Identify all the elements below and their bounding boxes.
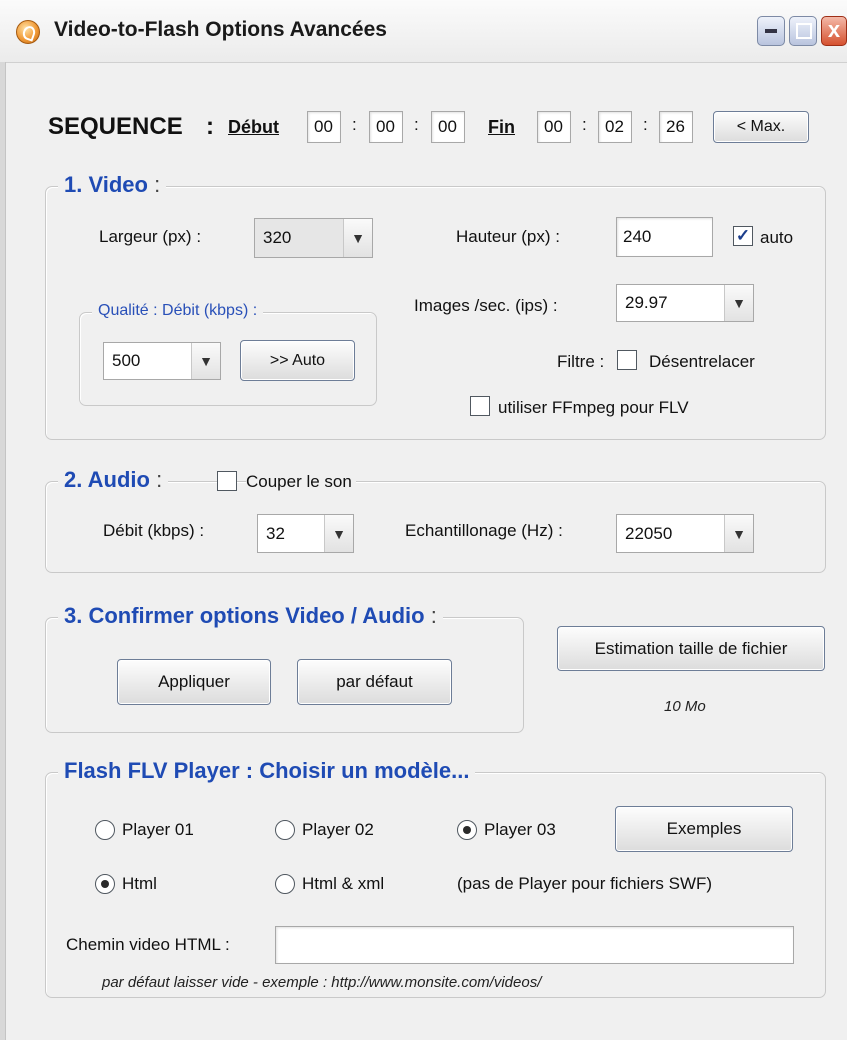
examples-button[interactable]: Exemples	[615, 806, 793, 852]
ffmpeg-checkbox[interactable]	[470, 396, 490, 416]
video-bitrate-value: 500	[112, 351, 141, 370]
player03-label: Player 03	[484, 820, 556, 839]
mute-checkbox[interactable]	[217, 471, 237, 491]
auto-label: auto	[760, 228, 794, 247]
width-label: Largeur (px) :	[99, 227, 202, 246]
sample-rate-value: 22050	[625, 523, 673, 543]
video-bitrate-select[interactable]: 500 ▼	[103, 342, 221, 380]
sample-rate-label: Echantillonage (Hz) :	[405, 521, 563, 540]
minimize-button[interactable]	[757, 16, 785, 46]
time-separator: :	[582, 115, 587, 134]
end-hours-input[interactable]: 00	[537, 111, 571, 143]
video-legend: 1. Video :	[58, 172, 167, 198]
fps-select[interactable]: 29.97 ▼	[616, 284, 754, 322]
width-value: 320	[263, 228, 292, 247]
end-seconds-input[interactable]: 26	[659, 111, 693, 143]
height-label: Hauteur (px) :	[456, 227, 560, 246]
time-separator: :	[414, 115, 419, 134]
deinterlace-checkbox[interactable]	[617, 350, 637, 370]
chevron-down-icon: ▼	[724, 285, 753, 321]
path-label: Chemin video HTML :	[66, 935, 230, 954]
filter-label: Filtre :	[557, 352, 605, 371]
swf-note: (pas de Player pour fichiers SWF)	[457, 874, 713, 893]
estimate-size-button[interactable]: Estimation taille de fichier	[557, 626, 825, 671]
time-separator: :	[352, 115, 357, 134]
html-path-input[interactable]	[275, 926, 794, 964]
player02-radio[interactable]	[275, 820, 295, 840]
quality-legend: Qualité : Débit (kbps) :	[92, 302, 264, 320]
chevron-down-icon: ▼	[324, 515, 353, 552]
deinterlace-label: Désentrelacer	[649, 352, 755, 371]
html-xml-radio[interactable]	[275, 874, 295, 894]
start-label: Début	[228, 117, 279, 137]
audio-legend: 2. Audio :	[58, 467, 169, 493]
apply-button[interactable]: Appliquer	[117, 659, 271, 705]
mute-label: Couper le son	[246, 472, 356, 492]
player02-label: Player 02	[302, 820, 374, 839]
fps-label: Images /sec. (ips) :	[414, 296, 558, 315]
html-radio[interactable]	[95, 874, 115, 894]
chevron-down-icon: ▼	[724, 515, 753, 552]
chevron-down-icon: ▼	[191, 343, 220, 379]
max-button[interactable]: < Max.	[713, 111, 809, 143]
default-button[interactable]: par défaut	[297, 659, 452, 705]
sequence-label: SEQUENCE	[48, 113, 183, 140]
ffmpeg-label: utiliser FFmpeg pour FLV	[498, 398, 689, 417]
html-xml-label: Html & xml	[302, 874, 385, 893]
end-label: Fin	[488, 117, 515, 137]
auto-bitrate-button[interactable]: >> Auto	[240, 340, 355, 381]
player01-radio[interactable]	[95, 820, 115, 840]
estimated-size: 10 Mo	[664, 698, 706, 715]
player-legend: Flash FLV Player : Choisir un modèle...	[58, 758, 476, 784]
start-minutes-input[interactable]: 00	[369, 111, 403, 143]
fps-value: 29.97	[625, 293, 668, 312]
close-button[interactable]: x	[821, 16, 847, 46]
audio-bitrate-label: Débit (kbps) :	[103, 521, 205, 540]
start-hours-input[interactable]: 00	[307, 111, 341, 143]
maximize-button[interactable]	[789, 16, 817, 46]
end-minutes-input[interactable]: 02	[598, 111, 632, 143]
width-select[interactable]: 320 ▼	[254, 218, 373, 258]
player01-label: Player 01	[122, 820, 194, 839]
html-label: Html	[122, 874, 157, 893]
audio-bitrate-value: 32	[266, 523, 285, 543]
auto-checkbox[interactable]: ✓	[733, 226, 753, 246]
sample-rate-select[interactable]: 22050 ▼	[616, 514, 754, 553]
player03-radio[interactable]	[457, 820, 477, 840]
chevron-down-icon: ▼	[343, 219, 372, 257]
time-separator: :	[643, 115, 648, 134]
start-seconds-input[interactable]: 00	[431, 111, 465, 143]
path-hint: par défaut laisser vide - exemple : http…	[102, 974, 542, 991]
audio-bitrate-select[interactable]: 32 ▼	[257, 514, 354, 553]
window-frame	[0, 62, 6, 1040]
confirm-legend: 3. Confirmer options Video / Audio :	[58, 603, 443, 629]
height-input[interactable]: 240	[616, 217, 713, 257]
window-title: Video-to-Flash Options Avancées	[54, 18, 387, 41]
app-icon	[16, 20, 40, 44]
sequence-colon: :	[206, 113, 214, 140]
